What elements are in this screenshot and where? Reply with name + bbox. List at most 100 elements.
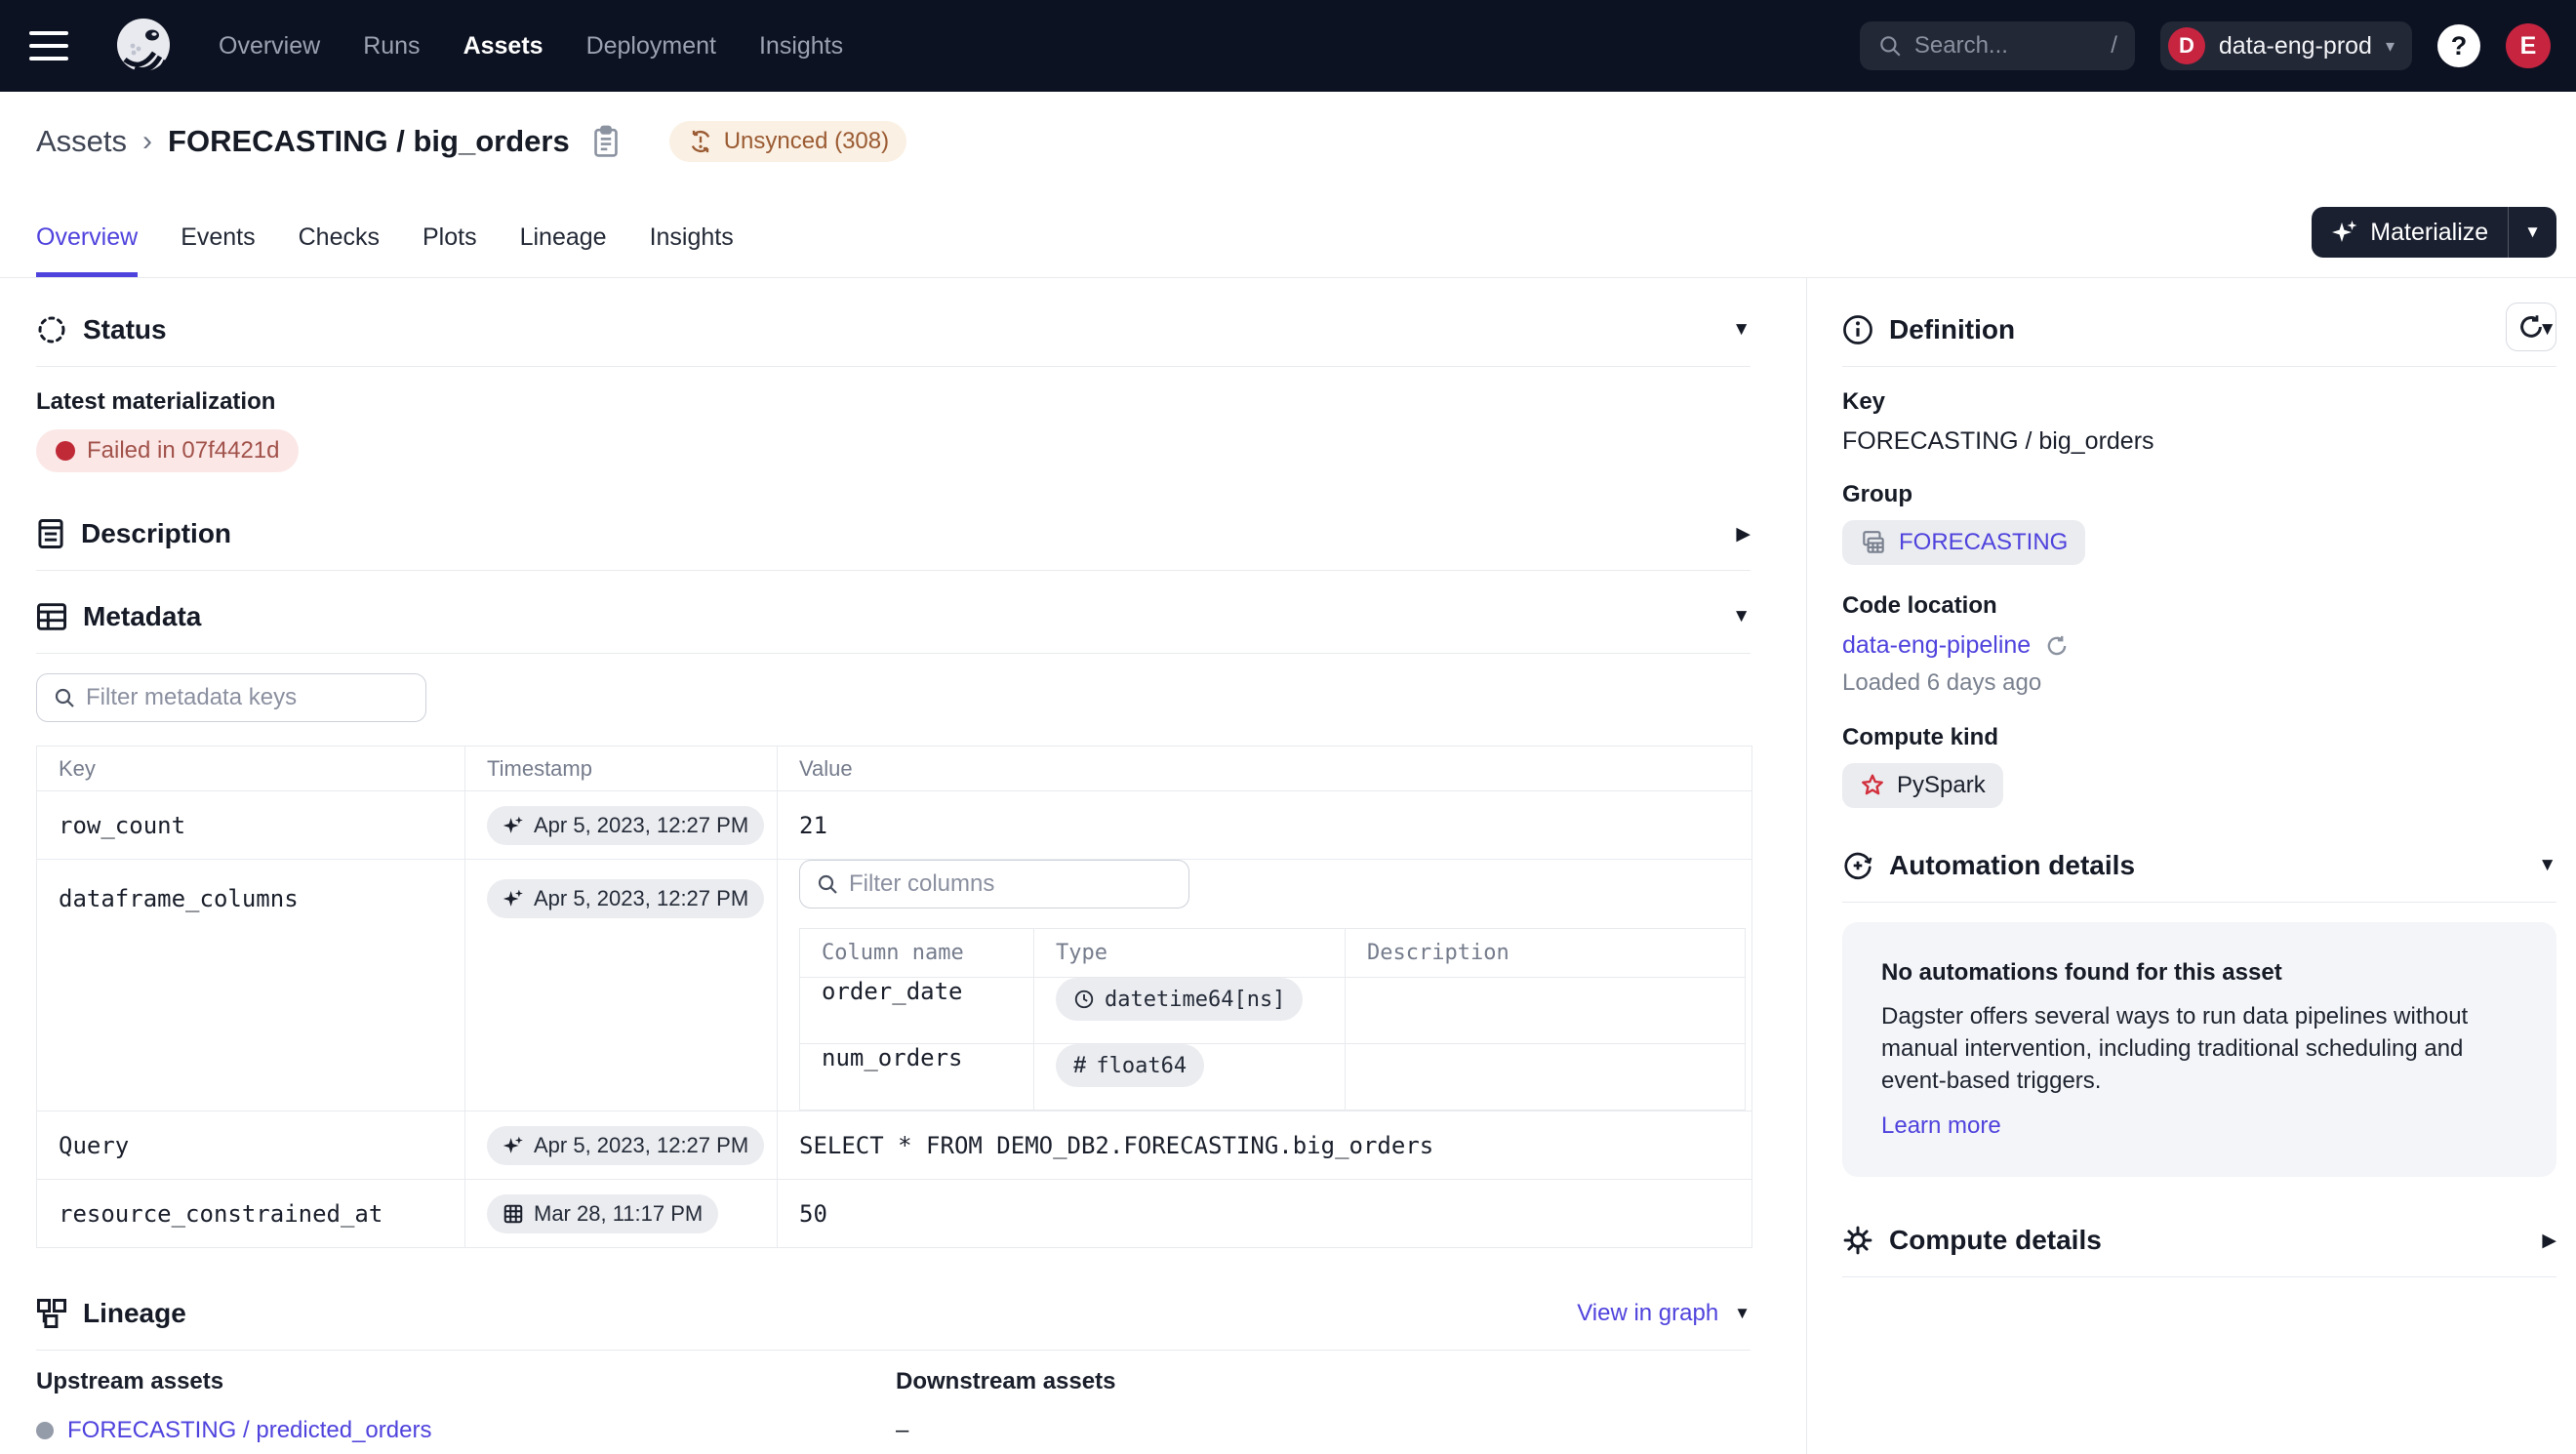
- automation-collapse-icon[interactable]: ▼: [2538, 855, 2556, 876]
- gear-icon: [1842, 1225, 1873, 1256]
- workspace-switcher[interactable]: D data-eng-prod ▾: [2160, 21, 2412, 70]
- nav-item-overview[interactable]: Overview: [219, 32, 320, 61]
- timestamp-badge[interactable]: Apr 5, 2023, 12:27 PM: [487, 1126, 764, 1165]
- view-in-graph-label: View in graph: [1577, 1300, 1718, 1327]
- upstream-label: Upstream assets: [36, 1368, 896, 1395]
- tab-overview[interactable]: Overview: [36, 223, 138, 277]
- compute-expand-icon[interactable]: ▶: [2542, 1230, 2556, 1252]
- chevron-down-icon: ▾: [2386, 36, 2395, 57]
- columns-filter-input[interactable]: [849, 870, 1173, 898]
- table-row: num_orders # float64: [800, 1044, 1746, 1111]
- type-label: datetime64[ns]: [1105, 988, 1285, 1012]
- unsynced-badge[interactable]: Unsynced (308): [669, 121, 906, 162]
- view-in-graph-button[interactable]: View in graph ▼: [1577, 1300, 1751, 1327]
- breadcrumb-separator: ›: [141, 125, 154, 158]
- tab-events[interactable]: Events: [181, 223, 255, 277]
- columns-filter[interactable]: [799, 860, 1189, 909]
- automation-empty-card: No automations found for this asset Dags…: [1842, 922, 2556, 1177]
- materialization-sparkle-icon: [503, 1135, 524, 1156]
- automation-section-header: Automation details ▼: [1842, 843, 2556, 888]
- compute-kind-label: Compute kind: [1842, 724, 2556, 751]
- status-collapse-icon[interactable]: ▼: [1732, 319, 1751, 341]
- divider: [1842, 902, 2556, 903]
- col-header-description: Description: [1346, 929, 1746, 978]
- materialization-sparkle-icon: [503, 815, 524, 836]
- table-row: dataframe_columns Apr 5, 2023, 12:27 PM: [37, 860, 1752, 1111]
- compute-kind-tag[interactable]: PySpark: [1842, 763, 2003, 808]
- materialize-label: Materialize: [2370, 219, 2488, 247]
- metadata-collapse-icon[interactable]: ▼: [1732, 606, 1751, 627]
- nav-item-runs[interactable]: Runs: [363, 32, 420, 61]
- timestamp-label: Apr 5, 2023, 12:27 PM: [534, 813, 748, 838]
- timestamp-badge[interactable]: Apr 5, 2023, 12:27 PM: [487, 879, 764, 918]
- nav-item-assets[interactable]: Assets: [463, 32, 543, 61]
- tab-lineage[interactable]: Lineage: [520, 223, 607, 277]
- workspace-name: data-eng-prod: [2219, 32, 2372, 61]
- metadata-filter[interactable]: [36, 673, 426, 722]
- metadata-table: Key Timestamp Value row_count Apr 5, 202…: [36, 746, 1752, 1248]
- global-search[interactable]: /: [1860, 21, 2135, 70]
- column-name: num_orders: [800, 1044, 1034, 1111]
- metadata-value: 50: [778, 1180, 1752, 1248]
- metadata-table-icon: [36, 602, 67, 631]
- code-location-link[interactable]: data-eng-pipeline: [1842, 631, 2031, 660]
- help-button[interactable]: ?: [2437, 24, 2480, 67]
- compute-title: Compute details: [1889, 1225, 2102, 1256]
- page-header: Assets › FORECASTING / big_orders Unsync…: [0, 92, 2576, 185]
- search-input[interactable]: [1914, 32, 2099, 60]
- nav-item-deployment[interactable]: Deployment: [586, 32, 716, 61]
- pyspark-star-icon: [1860, 773, 1885, 798]
- table-row: Query Apr 5, 2023, 12:27 PM SELECT * FRO…: [37, 1111, 1752, 1180]
- tab-plots[interactable]: Plots: [423, 223, 477, 277]
- search-icon: [1877, 33, 1903, 59]
- divider: [36, 366, 1751, 367]
- materialize-dropdown-button[interactable]: ▼: [2509, 222, 2556, 242]
- type-label: float64: [1096, 1054, 1187, 1078]
- automation-title: Automation details: [1889, 850, 2135, 881]
- search-shortcut: /: [2111, 32, 2117, 60]
- tab-checks[interactable]: Checks: [299, 223, 380, 277]
- materialization-sparkle-icon: [503, 888, 524, 909]
- menu-icon[interactable]: [29, 31, 68, 61]
- timestamp-badge[interactable]: Mar 28, 11:17 PM: [487, 1194, 718, 1233]
- copy-icon[interactable]: [591, 125, 621, 158]
- status-icon: [36, 314, 67, 345]
- group-tables-icon: [1860, 529, 1887, 556]
- columns-table-header: Column name Type Description: [800, 929, 1746, 978]
- group-tag[interactable]: FORECASTING: [1842, 520, 2085, 565]
- learn-more-link[interactable]: Learn more: [1881, 1112, 2001, 1140]
- tab-insights[interactable]: Insights: [650, 223, 734, 277]
- timestamp-badge[interactable]: Apr 5, 2023, 12:27 PM: [487, 806, 764, 845]
- nav-item-insights[interactable]: Insights: [759, 32, 843, 61]
- help-icon: ?: [2451, 31, 2468, 61]
- upstream-asset-row: FORECASTING / predicted_orders: [36, 1417, 896, 1444]
- definition-title: Definition: [1889, 314, 2015, 345]
- sync-alert-icon: [687, 128, 714, 155]
- asset-tabs: Overview Events Checks Plots Lineage Ins…: [0, 185, 2576, 278]
- materialize-button[interactable]: Materialize: [2312, 219, 2508, 247]
- main-column: Status ▼ Latest materialization Failed i…: [0, 278, 1807, 1454]
- definition-collapse-icon[interactable]: ▼: [2538, 319, 2556, 341]
- side-panel: Definition ▼ Key FORECASTING / big_order…: [1807, 278, 2576, 1454]
- status-badge[interactable]: Failed in 07f4421d: [36, 429, 299, 472]
- lineage-graph-icon: [36, 1298, 67, 1329]
- upstream-asset-link[interactable]: FORECASTING / predicted_orders: [67, 1417, 431, 1444]
- breadcrumb-assets-link[interactable]: Assets: [36, 124, 127, 159]
- top-nav: Overview Runs Assets Deployment Insights…: [0, 0, 2576, 92]
- timestamp-label: Apr 5, 2023, 12:27 PM: [534, 1133, 748, 1158]
- lineage-columns: Upstream assets FORECASTING / predicted_…: [36, 1368, 1751, 1444]
- reload-icon[interactable]: [2044, 633, 2070, 659]
- metadata-key: dataframe_columns: [37, 860, 465, 1111]
- dagster-logo-icon[interactable]: [111, 14, 176, 78]
- description-expand-icon[interactable]: ▶: [1736, 523, 1751, 545]
- info-icon: [1842, 314, 1873, 345]
- metadata-table-header: Key Timestamp Value: [37, 747, 1752, 791]
- type-badge: # float64: [1056, 1044, 1204, 1087]
- metadata-key: row_count: [37, 791, 465, 860]
- code-location-loaded: Loaded 6 days ago: [1842, 669, 2556, 697]
- metadata-filter-input[interactable]: [86, 684, 410, 711]
- user-avatar[interactable]: E: [2506, 23, 2551, 68]
- col-header-key: Key: [37, 747, 465, 791]
- col-header-value: Value: [778, 747, 1752, 791]
- chevron-down-icon: ▼: [1734, 1304, 1751, 1323]
